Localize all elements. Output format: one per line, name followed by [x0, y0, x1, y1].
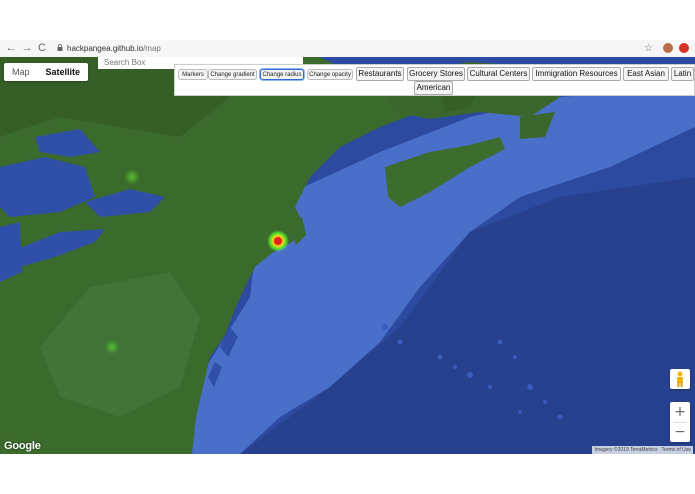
google-logo: Google — [4, 440, 41, 452]
zoom-out-button[interactable]: − — [670, 422, 690, 442]
back-icon[interactable]: ← — [4, 40, 18, 57]
terms-link[interactable]: Terms of Use — [662, 446, 691, 454]
lock-icon — [57, 44, 63, 51]
pegman-icon — [677, 371, 683, 387]
map-attribution: Imagery ©2019 TerraMetrics Terms of Use — [592, 446, 693, 454]
address-bar[interactable]: hackpangea.github.io/map — [67, 40, 161, 57]
reload-icon[interactable]: C — [35, 40, 49, 57]
browser-toolbar: ← → C hackpangea.github.io/map ☆ — [0, 40, 695, 57]
heatmap-control-panel: Markers Change gradient Change radius Ch… — [174, 64, 695, 96]
bookmark-star-icon[interactable]: ☆ — [644, 40, 653, 57]
zoom-control: + − — [670, 402, 690, 442]
satellite-imagery — [0, 57, 695, 454]
category-american-button[interactable]: American — [414, 81, 453, 95]
change-gradient-button[interactable]: Change gradient — [208, 69, 257, 80]
map-type-control: Map Satellite — [4, 63, 89, 81]
zoom-in-button[interactable]: + — [670, 402, 690, 422]
map-canvas[interactable]: Map Satellite Markers Change gradient Ch… — [0, 57, 695, 454]
map-type-satellite-button[interactable]: Satellite — [38, 63, 89, 81]
profile-avatar[interactable] — [663, 43, 673, 53]
url-host: hackpangea.github.io — [67, 44, 144, 53]
change-radius-button[interactable]: Change radius — [260, 69, 304, 80]
map-type-map-button[interactable]: Map — [4, 63, 38, 81]
forward-icon[interactable]: → — [20, 40, 34, 57]
imagery-credit: Imagery ©2019 TerraMetrics — [594, 447, 658, 453]
category-east-asian-button[interactable]: East Asian — [623, 67, 669, 81]
category-cultural-centers-button[interactable]: Cultural Centers — [467, 67, 530, 81]
url-path: /map — [143, 44, 161, 53]
category-immigration-resources-button[interactable]: Immigration Resources — [532, 67, 621, 81]
markers-button[interactable]: Markers — [178, 69, 208, 80]
category-restaurants-button[interactable]: Restaurants — [356, 67, 404, 81]
extension-icon[interactable] — [679, 43, 689, 53]
change-opacity-button[interactable]: Change opacity — [307, 69, 353, 80]
category-grocery-stores-button[interactable]: Grocery Stores — [407, 67, 465, 81]
street-view-pegman[interactable] — [670, 369, 690, 389]
category-latin-button[interactable]: Latin — [671, 67, 694, 81]
